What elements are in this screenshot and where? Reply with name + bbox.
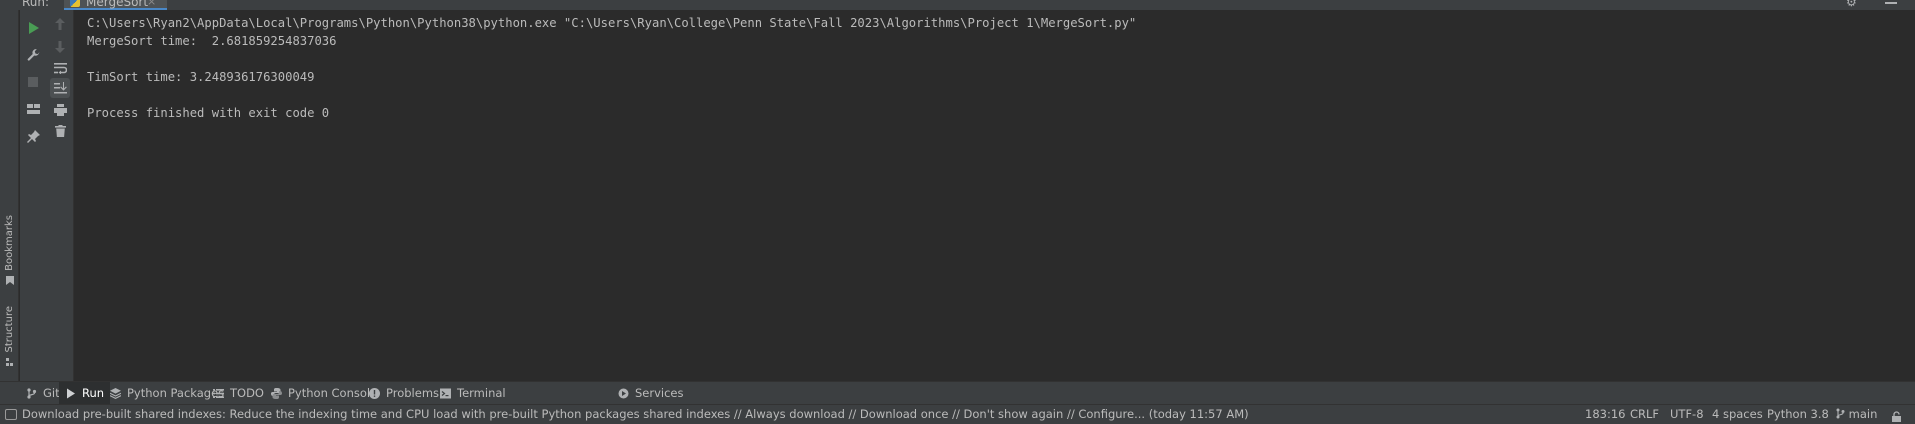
status-bar: Download pre-built shared indexes: Reduc… xyxy=(0,404,1915,424)
play-icon xyxy=(67,388,75,398)
git-branch-icon xyxy=(27,387,37,399)
arrow-down-icon xyxy=(55,41,65,53)
caret-position[interactable]: 183:16 xyxy=(1585,405,1625,424)
run-toolbar-primary xyxy=(20,10,46,381)
rerun-button[interactable] xyxy=(23,18,43,38)
layout-icon xyxy=(26,104,40,114)
close-icon[interactable]: × xyxy=(147,0,156,9)
bookmark-icon xyxy=(5,275,14,285)
file-encoding[interactable]: UTF-8 xyxy=(1670,405,1704,424)
bookmarks-label: Bookmarks xyxy=(4,215,15,271)
console-line-mergesort: MergeSort time: 2.681859254837036 xyxy=(87,34,337,48)
notification-icon[interactable] xyxy=(5,409,17,420)
pin-icon xyxy=(26,129,40,143)
tool-window-run[interactable]: Run xyxy=(59,382,111,404)
minimize-icon[interactable] xyxy=(1885,2,1897,4)
print-button[interactable] xyxy=(50,100,70,120)
edit-configuration-button[interactable] xyxy=(23,45,43,65)
tool-window-label: Terminal xyxy=(457,386,506,400)
bookmarks-tool-button[interactable]: Bookmarks xyxy=(0,215,19,285)
line-separator[interactable]: CRLF xyxy=(1630,405,1659,424)
structure-label: Structure xyxy=(4,306,15,353)
lock-icon[interactable] xyxy=(1891,409,1902,424)
tool-window-label: TODO xyxy=(230,386,264,400)
tool-window-label: Git xyxy=(43,386,60,400)
stop-icon xyxy=(28,77,38,87)
run-label: Run: xyxy=(22,0,50,9)
run-header: Run: MergeSort × ⚙ xyxy=(0,0,1915,10)
tool-window-terminal[interactable]: Terminal xyxy=(434,382,512,404)
python-icon xyxy=(271,387,282,399)
run-tab-label: MergeSort xyxy=(86,0,149,9)
python-interpreter[interactable]: Python 3.8 xyxy=(1767,405,1829,424)
git-branch-widget[interactable]: main xyxy=(1836,405,1877,424)
structure-icon xyxy=(5,357,13,366)
tool-window-problems[interactable]: Problems xyxy=(363,382,445,404)
services-icon xyxy=(618,388,629,398)
console-line-command: C:\Users\Ryan2\AppData\Local\Programs\Py… xyxy=(87,16,1137,30)
soft-wrap-button[interactable] xyxy=(50,58,70,78)
console-line-exit: Process finished with exit code 0 xyxy=(87,106,330,120)
tool-window-label: Problems xyxy=(386,386,440,400)
list-icon xyxy=(213,388,224,398)
indent-setting[interactable]: 4 spaces xyxy=(1712,405,1763,424)
layout-button[interactable] xyxy=(23,99,43,119)
stop-button[interactable] xyxy=(23,72,43,92)
git-branch-icon xyxy=(1836,408,1845,419)
tool-window-todo[interactable]: TODO xyxy=(207,382,270,404)
layers-icon xyxy=(110,387,121,399)
scroll-down-button[interactable] xyxy=(50,37,70,57)
tool-window-bar: Git Run Python Packages TODO Python Cons… xyxy=(0,381,1915,404)
gear-icon[interactable]: ⚙ xyxy=(1846,0,1857,9)
soft-wrap-icon xyxy=(53,62,67,74)
structure-tool-button[interactable]: Structure xyxy=(0,306,19,367)
terminal-icon xyxy=(440,388,451,398)
run-tab-mergesort[interactable]: MergeSort × xyxy=(64,0,167,10)
scroll-to-end-icon xyxy=(53,82,67,94)
arrow-up-icon xyxy=(55,18,65,30)
tool-window-label: Run xyxy=(82,386,105,400)
scroll-up-button[interactable] xyxy=(50,14,70,34)
pin-tab-button[interactable] xyxy=(23,126,43,146)
status-message[interactable]: Download pre-built shared indexes: Reduc… xyxy=(22,405,1249,424)
clear-all-button[interactable] xyxy=(50,121,70,141)
git-branch-name: main xyxy=(1848,407,1878,421)
print-icon xyxy=(53,104,67,116)
console-line-timsort: TimSort time: 3.248936176300049 xyxy=(87,70,315,84)
python-icon xyxy=(70,0,80,7)
tool-window-label: Services xyxy=(635,386,684,400)
tool-window-services[interactable]: Services xyxy=(612,382,690,404)
console-output[interactable]: C:\Users\Ryan2\AppData\Local\Programs\Py… xyxy=(75,10,1915,381)
trash-icon xyxy=(54,125,66,137)
lock-icon-glyph xyxy=(1892,411,1901,422)
wrench-icon xyxy=(27,48,40,61)
scroll-to-end-button[interactable] xyxy=(50,78,70,98)
run-toolbar-secondary xyxy=(46,10,74,381)
info-icon xyxy=(369,387,380,399)
play-icon xyxy=(28,22,39,34)
left-tool-stripe: Bookmarks Structure xyxy=(0,10,19,381)
